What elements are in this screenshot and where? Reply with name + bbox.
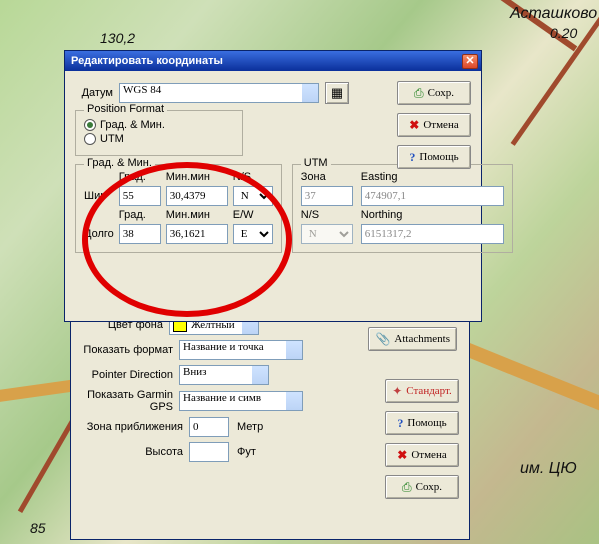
lon-label: Долго — [84, 228, 114, 240]
col-ew: E/W — [233, 209, 273, 221]
save-icon: ⎙ — [414, 87, 424, 99]
x-icon: ✖ — [397, 449, 407, 461]
alt-unit: Фут — [229, 446, 256, 458]
save-button-back[interactable]: ⎙ Сохр. — [385, 475, 459, 499]
alt-label: Высота — [81, 446, 189, 458]
map-town-label: Асташково — [510, 5, 597, 23]
map-elev-020: 0.20 — [550, 25, 577, 41]
map-elev-130: 130,2 — [100, 30, 135, 46]
coord-editor-window: Редактировать координаты ✕ Датум WGS 84 … — [64, 50, 482, 322]
window-title: Редактировать координаты — [71, 55, 223, 67]
zoom-unit: Метр — [229, 421, 263, 433]
zone-input — [301, 186, 353, 206]
question-icon: ? — [409, 151, 415, 163]
lat-hemi-select[interactable]: N — [233, 186, 273, 206]
northing-input — [361, 224, 504, 244]
utm-legend: UTM — [301, 157, 331, 169]
map-elev-85: 85 — [30, 520, 46, 536]
grid-icon: ▦ — [331, 85, 343, 101]
x-icon: ✖ — [409, 119, 419, 131]
easting-input — [361, 186, 504, 206]
save-icon: ⎙ — [402, 481, 412, 493]
col-deg: Град. — [119, 171, 161, 183]
easting-label: Easting — [361, 171, 504, 183]
showgarmin-select[interactable]: Название и симв — [179, 391, 303, 411]
map-road-label: им. ЦЮ — [520, 460, 577, 478]
showformat-select[interactable]: Название и точка — [179, 340, 303, 360]
showgarmin-label: Показать Garmin GPS — [81, 389, 179, 413]
attachments-label: Attachments — [394, 333, 450, 345]
radio-on-icon — [84, 119, 96, 131]
radio-off-icon — [84, 133, 96, 145]
help-button-back[interactable]: ? Помощь — [385, 411, 459, 435]
close-button[interactable]: ✕ — [462, 54, 478, 69]
save-button[interactable]: ⎙ Сохр. — [397, 81, 471, 105]
lon-deg-input[interactable] — [119, 224, 161, 244]
magic-wand-icon: ✦ — [392, 385, 402, 397]
lat-min-input[interactable] — [166, 186, 228, 206]
zoom-label: Зона приближения — [81, 421, 189, 433]
posformat-legend: Position Format — [84, 103, 167, 115]
datum-label: Датум — [75, 87, 119, 99]
radio-degmin[interactable]: Град. & Мин. — [84, 119, 234, 131]
degmin-legend: Град. & Мин. — [84, 157, 155, 169]
radio-utm[interactable]: UTM — [84, 133, 234, 145]
pointerdir-label: Pointer Direction — [81, 369, 179, 381]
defaults-button[interactable]: ✦ Стандарт. — [385, 379, 459, 403]
lon-hemi-select[interactable]: E — [233, 224, 273, 244]
zone-label: Зона — [301, 171, 353, 183]
lat-label: Шир — [84, 190, 114, 202]
datum-select[interactable]: WGS 84 — [119, 83, 319, 103]
close-icon: ✕ — [465, 56, 474, 67]
utm-ns-label: N/S — [301, 209, 353, 221]
help-button[interactable]: ? Помощь — [397, 145, 471, 169]
titlebar[interactable]: Редактировать координаты ✕ — [65, 51, 481, 71]
northing-label: Northing — [361, 209, 504, 221]
alt-input[interactable] — [189, 442, 229, 462]
cancel-button-back[interactable]: ✖ Отмена — [385, 443, 459, 467]
paperclip-icon: 📎 — [375, 333, 390, 345]
cancel-button[interactable]: ✖ Отмена — [397, 113, 471, 137]
lat-deg-input[interactable] — [119, 186, 161, 206]
zoom-input[interactable] — [189, 417, 229, 437]
showformat-label: Показать формат — [81, 344, 179, 356]
datum-picker-button[interactable]: ▦ — [325, 82, 349, 104]
col-min: Мин.мин — [166, 171, 228, 183]
pointerdir-select[interactable]: Вниз — [179, 365, 269, 385]
utm-ns-select: N — [301, 224, 353, 244]
attachments-button[interactable]: 📎 Attachments — [368, 327, 457, 351]
question-icon: ? — [397, 417, 403, 429]
lon-min-input[interactable] — [166, 224, 228, 244]
col-ns: N/S — [233, 171, 273, 183]
